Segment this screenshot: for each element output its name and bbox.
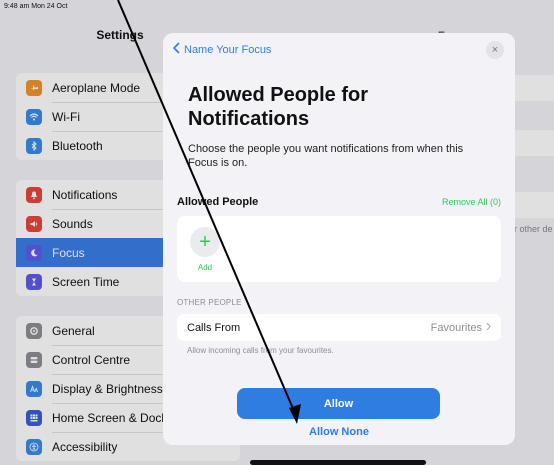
plus-icon: + [199, 231, 211, 253]
allowed-people-card: + Add [177, 216, 501, 282]
modal-description: Choose the people you want notifications… [188, 143, 464, 169]
chevron-left-icon [172, 42, 180, 57]
calls-from-row[interactable]: Calls From Favourites [177, 314, 501, 341]
back-button-label: Name Your Focus [184, 43, 272, 56]
chevron-right-icon [486, 322, 491, 334]
ipad-screen: 9:48 am Mon 24 Oct Settings Aeroplane Mo… [0, 0, 554, 465]
allowed-people-header: Allowed People Remove All (0) [177, 196, 501, 208]
calls-from-label: Calls From [187, 321, 241, 334]
home-indicator [250, 460, 426, 465]
calls-from-footnote: Allow incoming calls from your favourite… [187, 346, 334, 355]
allow-button[interactable]: Allow [237, 388, 440, 419]
calls-from-value-text: Favourites [430, 321, 482, 334]
add-person-button[interactable]: + [190, 227, 220, 257]
allow-none-button[interactable]: Allow None [163, 426, 515, 438]
calls-from-value: Favourites [431, 322, 491, 334]
remove-all-button[interactable]: Remove All (0) [442, 197, 501, 207]
allowed-people-title: Allowed People [177, 196, 259, 208]
allowed-people-modal: Name Your Focus × Allowed People for Not… [163, 33, 515, 445]
back-button[interactable]: Name Your Focus [172, 42, 272, 57]
modal-title: Allowed People for Notifications [188, 84, 369, 130]
add-label: Add [197, 263, 213, 272]
other-people-header: OTHER PEOPLE [177, 298, 242, 307]
close-button[interactable]: × [486, 41, 504, 59]
close-icon: × [491, 44, 499, 56]
